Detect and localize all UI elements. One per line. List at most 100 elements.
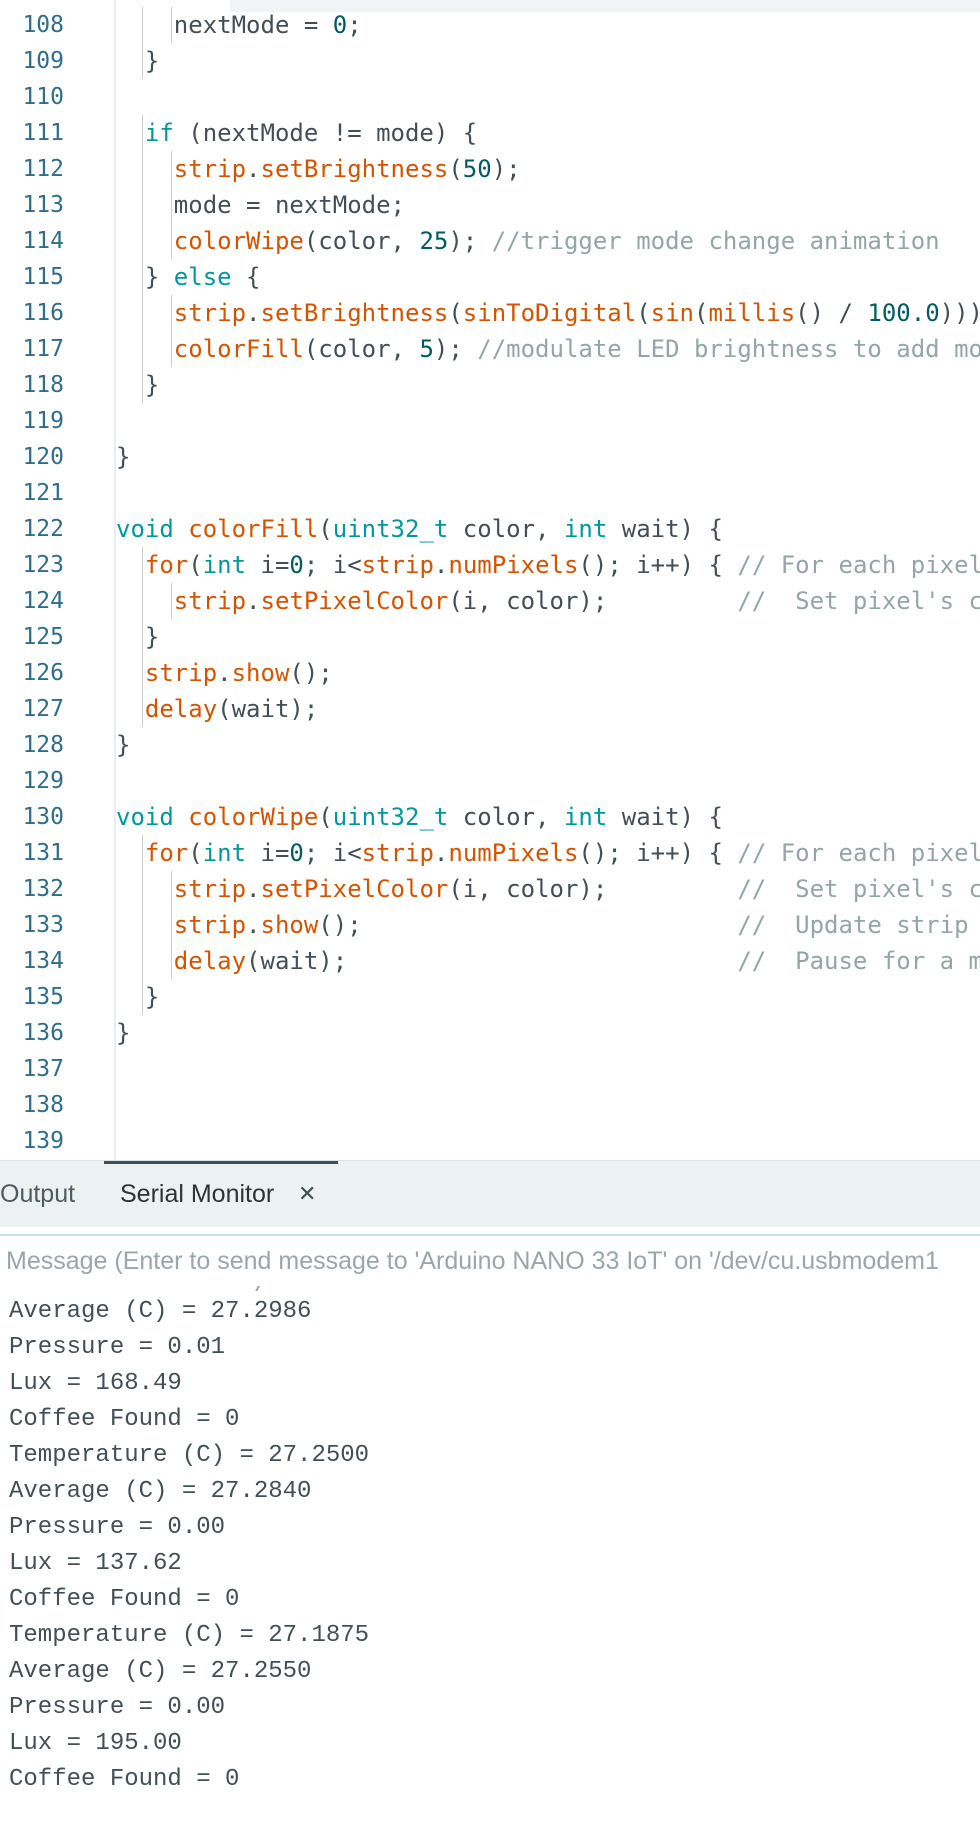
code-token: }	[144, 263, 174, 291]
code-token: }	[116, 1019, 131, 1047]
line-code: }	[145, 979, 159, 1015]
serial-output[interactable]: - - - / Average (C) = 27.2986Pressure = …	[0, 1286, 980, 1822]
line-number: 108	[22, 12, 64, 38]
code-line[interactable]: 122 void colorFill(uint32_t color, int wa…	[0, 511, 980, 547]
indent-guide	[142, 259, 143, 295]
indent-guide	[170, 907, 172, 943]
code-line[interactable]: 127 delay(wait);	[0, 691, 980, 727]
indent-guide	[142, 835, 143, 871]
line-number: 122	[22, 516, 64, 542]
code-line[interactable]: 136}	[0, 1015, 980, 1051]
code-token: // For each pixel	[737, 839, 980, 867]
line-number: 120	[22, 444, 64, 470]
code-line[interactable]: 110	[0, 79, 980, 115]
serial-output-line: Pressure = 0.00	[9, 1694, 226, 1721]
tab-serial-monitor[interactable]: Serial Monitor	[120, 1161, 274, 1227]
code-line[interactable]: 108 nextMode = 0;	[0, 7, 980, 43]
code-token: ; i<	[303, 839, 362, 867]
serial-output-line: Average (C) = 27.2550	[9, 1658, 312, 1685]
indent-guide	[170, 583, 172, 619]
code-token: (wait);	[217, 695, 319, 723]
code-token: );	[448, 227, 492, 255]
indent-guide	[142, 619, 143, 655]
code-line[interactable]: 131 for(int i=0; i<strip.numPixels(); i++…	[0, 835, 980, 871]
line-code: }	[145, 367, 159, 403]
code-token: strip	[361, 839, 434, 867]
indent-guide	[142, 43, 143, 79]
code-token: nextMode =	[173, 11, 333, 39]
line-code: mode = nextMode;	[174, 187, 405, 223]
code-token: strip	[173, 587, 247, 615]
line-code: void colorFill(uint32_t color, int wait)…	[116, 511, 723, 547]
code-line[interactable]: 125}	[0, 619, 980, 655]
code-line[interactable]: 113 mode = nextMode;	[0, 187, 980, 223]
code-token: colorFill	[173, 335, 304, 363]
code-line[interactable]: 135}	[0, 979, 980, 1015]
code-token: 0	[289, 551, 304, 579]
code-line[interactable]: 138	[0, 1087, 980, 1123]
code-token: show	[260, 911, 319, 939]
code-token: (i, color);	[448, 587, 738, 615]
code-line[interactable]: 132 strip.setPixelColor(i, color); // Set…	[0, 871, 980, 907]
code-token: sin	[650, 299, 694, 327]
line-number: 118	[22, 372, 64, 398]
code-line[interactable]: 128}	[0, 727, 980, 763]
indent-guide	[170, 187, 172, 223]
code-token: (wait);	[246, 947, 738, 975]
code-line[interactable]: 115} else {	[0, 259, 980, 295]
code-line[interactable]: 139	[0, 1123, 980, 1159]
close-icon[interactable]: ✕	[298, 1161, 316, 1227]
code-token: ; i<	[303, 551, 362, 579]
line-number: 135	[22, 984, 64, 1010]
code-token: (); i++) {	[578, 839, 738, 867]
code-line[interactable]: 121	[0, 475, 980, 511]
line-number: 113	[22, 192, 64, 218]
code-token: }	[144, 623, 160, 651]
code-line[interactable]: 114 colorWipe(color, 25); //trigger mode …	[0, 223, 980, 259]
code-line[interactable]: 129	[0, 763, 980, 799]
code-line[interactable]: 116 strip.setBrightness(sinToDigital(sin(…	[0, 295, 980, 331]
serial-message-input[interactable]	[0, 1236, 980, 1286]
code-line[interactable]: 133 strip.show(); // Update strip	[0, 907, 980, 943]
code-token: // Set pixel's c	[737, 587, 980, 615]
code-line[interactable]: 109}	[0, 43, 980, 79]
code-line[interactable]: 130 void colorWipe(uint32_t color, int wa…	[0, 799, 980, 835]
code-token: int	[202, 839, 247, 867]
code-token: (nextMode != mode) {	[173, 119, 478, 147]
code-token: .	[246, 587, 261, 615]
indent-guide	[142, 943, 143, 979]
code-token: .	[433, 839, 449, 867]
code-line[interactable]: 123 for(int i=0; i<strip.numPixels(); i++…	[0, 547, 980, 583]
tab-output[interactable]: Output	[0, 1161, 75, 1227]
code-token: .	[217, 659, 232, 687]
line-code: colorFill(color, 5); //modulate LED brig…	[174, 331, 980, 367]
code-token: 100.0	[867, 299, 940, 327]
code-line[interactable]: 120}	[0, 439, 980, 475]
line-number: 134	[22, 948, 64, 974]
code-token: .	[433, 551, 449, 579]
code-line[interactable]: 117 colorFill(color, 5); //modulate LED b…	[0, 331, 980, 367]
code-line[interactable]: 111 if (nextMode != mode) {	[0, 115, 980, 151]
serial-output-line: Coffee Found = 0	[9, 1766, 240, 1793]
indent-guide	[170, 7, 172, 43]
line-code: delay(wait); // Pause for a m	[174, 943, 980, 979]
code-line[interactable]: 134 delay(wait); // Pause for a m	[0, 943, 980, 979]
line-code: }	[145, 619, 159, 655]
code-line[interactable]: 137	[0, 1051, 980, 1087]
line-number: 136	[22, 1020, 64, 1046]
code-token: )))	[939, 299, 980, 327]
indent-guide	[142, 367, 143, 403]
code-token: i=	[246, 839, 290, 867]
line-code: for(int i=0; i<strip.numPixels(); i++) {…	[145, 835, 980, 871]
code-line[interactable]: 119	[0, 403, 980, 439]
code-editor[interactable]: 108 nextMode = 0; 109} 110 111 if (nextMode !…	[0, 0, 980, 1160]
line-code: strip.setPixelColor(i, color); // Set pi…	[174, 583, 980, 619]
line-code: }	[116, 727, 130, 763]
code-token: sinToDigital	[462, 299, 637, 327]
code-line[interactable]: 118}	[0, 367, 980, 403]
code-token: wait) {	[607, 515, 723, 543]
code-line[interactable]: 112 strip.setBrightness(50);	[0, 151, 980, 187]
line-number: 126	[22, 660, 64, 686]
code-line[interactable]: 124 strip.setPixelColor(i, color); // Set…	[0, 583, 980, 619]
code-line[interactable]: 126 strip.show();	[0, 655, 980, 691]
